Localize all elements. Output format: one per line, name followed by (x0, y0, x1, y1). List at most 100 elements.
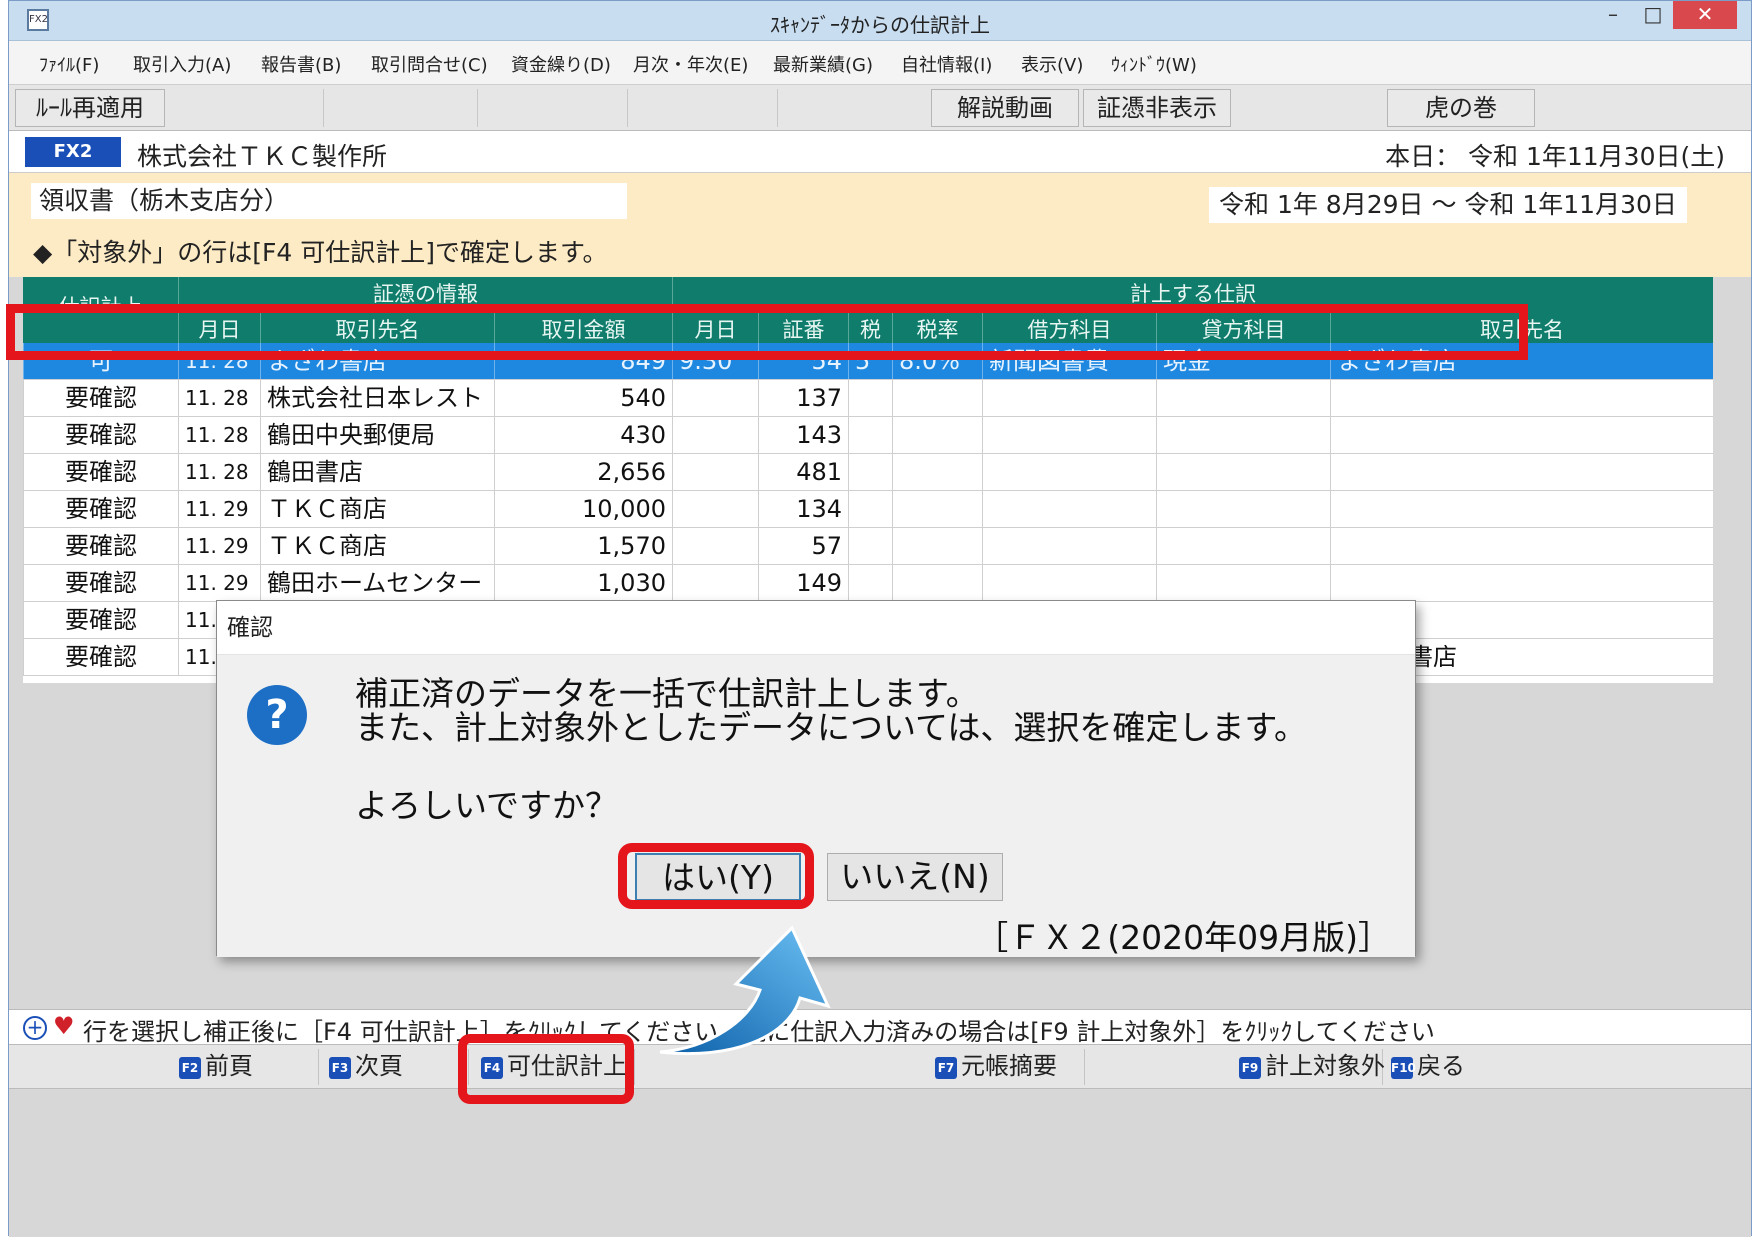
row-tax-rate (892, 380, 982, 416)
row-tax-rate (892, 565, 982, 601)
menu-cash-flow[interactable]: 資金繰り(D) (511, 51, 611, 77)
menu-monthly-yearly[interactable]: 月次・年次(E) (633, 51, 748, 77)
f9-exclude-button[interactable]: F9 計上対象外 (1231, 1049, 1385, 1085)
row-status: 要確認 (23, 454, 178, 490)
row-debit (982, 380, 1156, 416)
f7-key-icon: F7 (935, 1057, 957, 1079)
row-date: 11. 28 (178, 417, 260, 453)
table-row[interactable]: 要確認 11. 29 ＴＫＣ商店 1,570 57 (23, 528, 1713, 565)
dialog-title: 確認 (217, 601, 1415, 655)
menu-transaction-inquiry[interactable]: 取引問合せ(C) (371, 51, 488, 77)
row-tax (848, 417, 892, 453)
highlight-f4-button (458, 1034, 634, 1104)
row-tax-rate (892, 454, 982, 490)
row-date: 11. 29 (178, 565, 260, 601)
curved-arrow-icon (659, 925, 831, 1056)
menu-file[interactable]: ﾌｧｲﾙ(F) (39, 51, 99, 77)
toolbar-separator (627, 89, 628, 127)
toolbar: ﾙｰﾙ再適用 解説動画 証憑非表示 虎の巻 (9, 85, 1751, 131)
f2-prev-page-button[interactable]: F2 前頁 (169, 1049, 319, 1085)
no-button[interactable]: いいえ(N) (827, 853, 1003, 901)
row-status: 要確認 (23, 565, 178, 601)
f10-key-icon: F10 (1391, 1057, 1416, 1079)
row-journal-date (672, 380, 758, 416)
f2-label: 前頁 (205, 1052, 253, 1080)
menu-reports[interactable]: 報告書(B) (261, 51, 341, 77)
f3-label: 次頁 (355, 1052, 403, 1080)
f7-ledger-summary-button[interactable]: F7 元帳摘要 (925, 1049, 1085, 1085)
row-partner (1330, 417, 1713, 453)
menu-transaction-input[interactable]: 取引入力(A) (133, 51, 231, 77)
manual-button[interactable]: 虎の巻 (1387, 89, 1535, 127)
info-panel: 領収書（栃木支店分） 令和 1年 8月29日 ～ 令和 1年11月30日 ◆「対… (9, 173, 1751, 277)
row-tax (848, 565, 892, 601)
highlight-yes-button (618, 843, 814, 909)
row-tax (848, 380, 892, 416)
row-status: 要確認 (23, 380, 178, 416)
row-journal-date (672, 454, 758, 490)
title-bar: FX2 ｽｷｬﾝﾃﾞｰﾀからの仕訳計上 – □ ✕ (9, 1, 1751, 41)
menu-view[interactable]: 表示(V) (1021, 51, 1083, 77)
company-name: 株式会社ＴＫＣ製作所 (137, 142, 388, 171)
rule-reapply-button[interactable]: ﾙｰﾙ再適用 (15, 89, 165, 127)
row-debit (982, 528, 1156, 564)
question-icon: ? (247, 685, 307, 745)
row-slip: 481 (758, 454, 848, 490)
row-credit (1156, 417, 1330, 453)
row-tax-rate (892, 528, 982, 564)
row-amount: 430 (494, 417, 672, 453)
document-type-field[interactable]: 領収書（栃木支店分） (31, 183, 627, 219)
row-debit (982, 565, 1156, 601)
row-vendor: 株式会社日本レスト (260, 380, 494, 416)
row-partner (1330, 491, 1713, 527)
f3-next-page-button[interactable]: F3 次頁 (319, 1049, 469, 1085)
row-journal-date (672, 491, 758, 527)
hide-evidence-button[interactable]: 証憑非表示 (1083, 89, 1231, 127)
row-status: 要確認 (23, 602, 178, 638)
f10-back-button[interactable]: F10戻る (1385, 1049, 1505, 1085)
confirm-dialog: 確認 ? 補正済のデータを一括で仕訳計上します。 また、計上対象外としたデータに… (216, 600, 1416, 957)
dialog-body: ? 補正済のデータを一括で仕訳計上します。 また、計上対象外としたデータについて… (217, 655, 1415, 957)
toolbar-separator (477, 89, 478, 127)
toolbar-separator (323, 89, 324, 127)
table-row[interactable]: 要確認 11. 28 鶴田中央郵便局 430 143 (23, 417, 1713, 454)
table-row[interactable]: 要確認 11. 29 鶴田ホームセンター 1,030 149 (23, 565, 1713, 602)
row-partner (1330, 454, 1713, 490)
menu-latest-performance[interactable]: 最新業績(G) (773, 51, 873, 77)
row-date: 11. 29 (178, 491, 260, 527)
row-debit (982, 454, 1156, 490)
today-date: 本日： 令和 1年11月30日(土) (1385, 142, 1725, 171)
table-row[interactable]: 要確認 11. 28 鶴田書店 2,656 481 (23, 454, 1713, 491)
table-row[interactable]: 要確認 11. 29 ＴＫＣ商店 10,000 134 (23, 491, 1713, 528)
close-button[interactable]: ✕ (1673, 1, 1737, 29)
minimize-button[interactable]: – (1593, 1, 1633, 29)
menu-company-info[interactable]: 自社情報(I) (901, 51, 992, 77)
row-amount: 1,030 (494, 565, 672, 601)
row-date: 11. 29 (178, 528, 260, 564)
row-debit (982, 491, 1156, 527)
row-vendor: ＴＫＣ商店 (260, 491, 494, 527)
row-partner (1330, 528, 1713, 564)
heart-icon: ♥ (53, 1012, 75, 1040)
period-field[interactable]: 令和 1年 8月29日 ～ 令和 1年11月30日 (1209, 187, 1687, 223)
dialog-version: ［ＦＸ２(2020年09月版)］ (975, 918, 1391, 957)
video-button[interactable]: 解説動画 (931, 89, 1079, 127)
row-credit (1156, 491, 1330, 527)
crosshair-icon: + (23, 1016, 47, 1040)
menu-window[interactable]: ｳｨﾝﾄﾞｳ(W) (1111, 51, 1197, 77)
table-row[interactable]: 要確認 11. 28 株式会社日本レスト 540 137 (23, 380, 1713, 417)
row-vendor: 鶴田中央郵便局 (260, 417, 494, 453)
f9-label: 計上対象外 (1265, 1052, 1385, 1080)
dialog-message-line1: 補正済のデータを一括で仕訳計上します。 (355, 674, 979, 713)
product-badge: FX2 (25, 137, 121, 167)
row-amount: 2,656 (494, 454, 672, 490)
row-date: 11. 28 (178, 380, 260, 416)
row-partner (1330, 380, 1713, 416)
row-credit (1156, 528, 1330, 564)
row-status: 要確認 (23, 639, 178, 675)
row-slip: 137 (758, 380, 848, 416)
toolbar-separator (777, 89, 778, 127)
company-bar: FX2 株式会社ＴＫＣ製作所 本日： 令和 1年11月30日(土) (9, 131, 1751, 173)
row-date: 11. 28 (178, 454, 260, 490)
maximize-button[interactable]: □ (1633, 1, 1673, 29)
